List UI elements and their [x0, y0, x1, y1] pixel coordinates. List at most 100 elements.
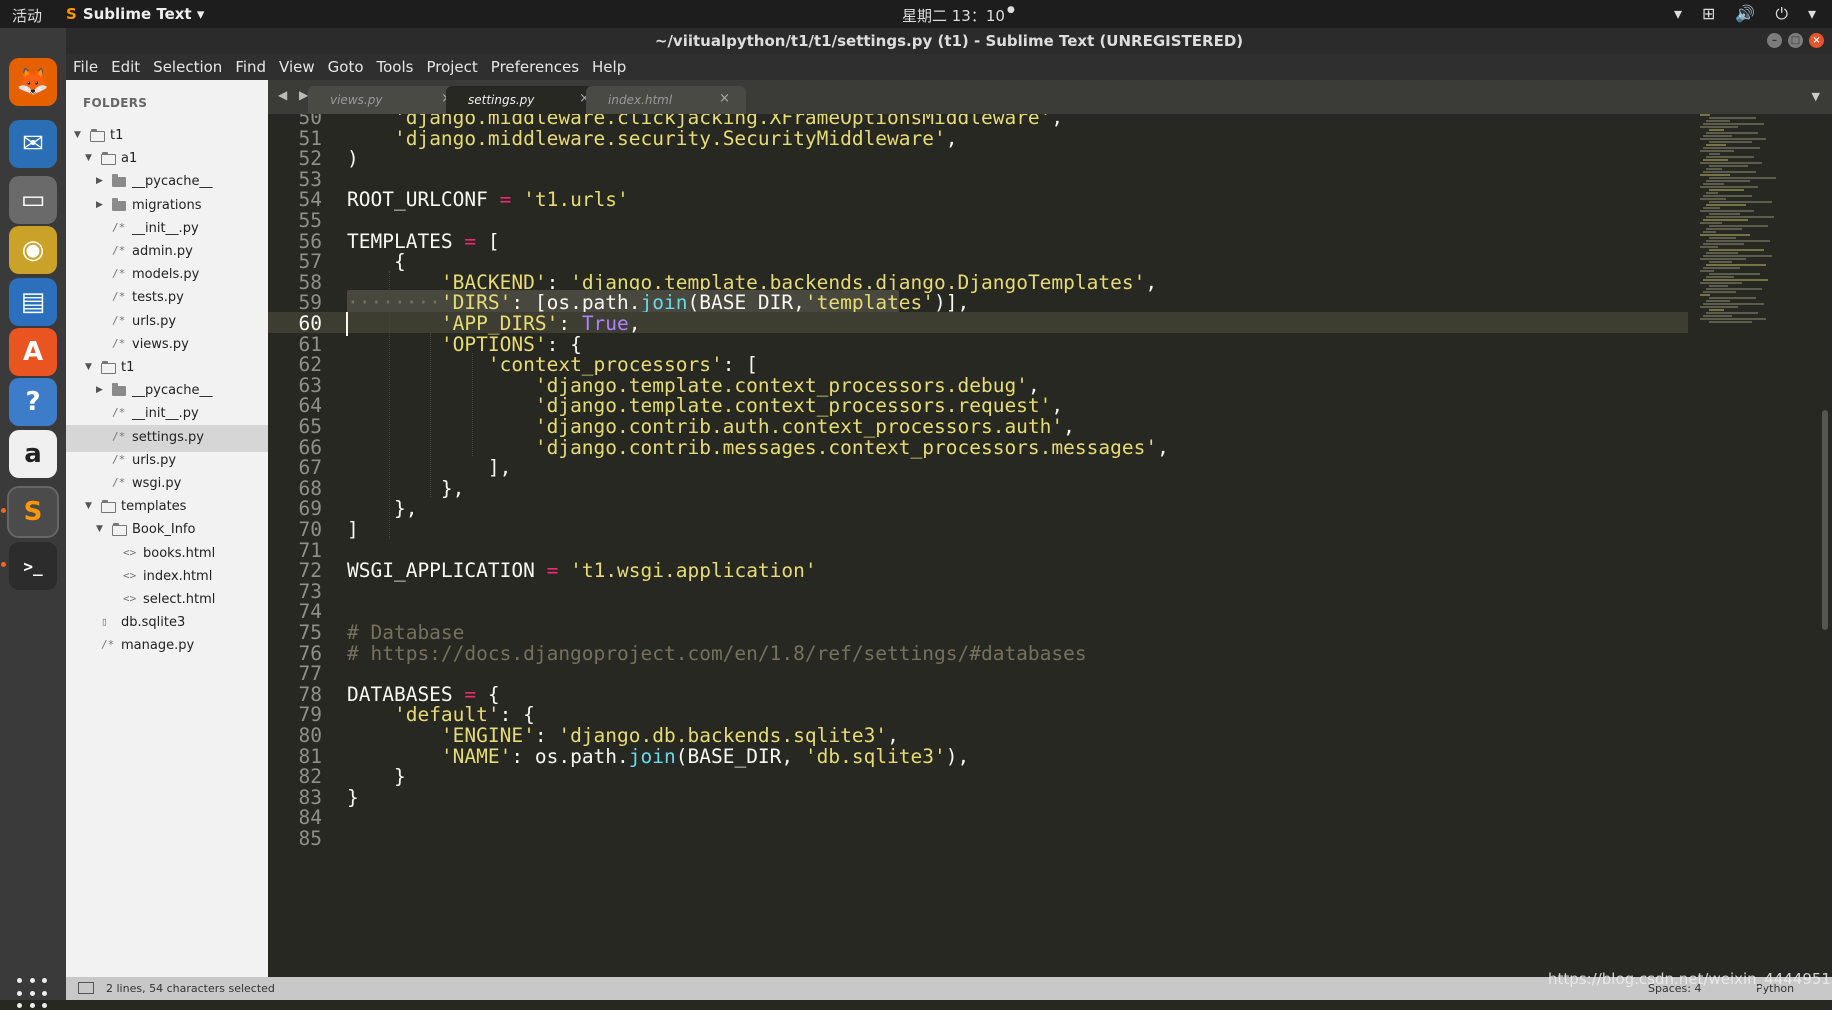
amazon-icon[interactable]: a: [9, 430, 57, 478]
menu-file[interactable]: File: [66, 54, 104, 80]
code-line[interactable]: 71: [268, 539, 1688, 562]
clock[interactable]: 星期二 13：10 ●: [902, 5, 1015, 26]
code-line[interactable]: 62 'context_processors': [: [268, 353, 1688, 376]
code-line[interactable]: 57 {: [268, 250, 1688, 274]
power-icon[interactable]: ⏻: [1775, 4, 1788, 24]
code-text: {: [347, 250, 406, 274]
tree-item-label: __pycache__: [132, 383, 213, 399]
code-line[interactable]: 68 },: [268, 477, 1688, 500]
menu-find[interactable]: Find: [228, 54, 272, 80]
code-line[interactable]: 53: [268, 168, 1688, 191]
minimap-line: [1700, 138, 1766, 140]
menu-preferences[interactable]: Preferences: [484, 54, 585, 80]
code-line[interactable]: 75 # Database: [268, 621, 1688, 644]
terminal-icon[interactable]: >_: [1, 542, 57, 590]
show-applications-icon[interactable]: [17, 978, 49, 1010]
menu-goto[interactable]: Goto: [321, 54, 370, 80]
code-text: WSGI_APPLICATION = 't1.wsgi.application': [347, 559, 817, 583]
network-icon[interactable]: ⊞: [1702, 4, 1715, 24]
app-menu[interactable]: S Sublime Text ▾: [66, 5, 204, 23]
tab-dropdown-icon[interactable]: ▼: [1812, 90, 1820, 103]
panel-toggle-icon[interactable]: [78, 982, 94, 994]
code-line[interactable]: 63 'django.template.context_processors.d…: [268, 374, 1688, 397]
menu-view[interactable]: View: [272, 54, 321, 80]
close-icon[interactable]: ×: [1809, 33, 1824, 48]
help-icon[interactable]: ?: [9, 378, 57, 426]
system-menu-arrow-icon[interactable]: ▾: [1808, 4, 1816, 24]
code-line[interactable]: 55: [268, 209, 1688, 232]
menu-help[interactable]: Help: [585, 54, 632, 80]
code-line[interactable]: 80 'ENGINE': 'django.db.backends.sqlite3…: [268, 724, 1688, 747]
thunderbird-icon[interactable]: ✉: [9, 120, 57, 168]
code-line[interactable]: 74: [268, 600, 1688, 623]
minimap-line: [1709, 201, 1772, 203]
code-line[interactable]: 66 'django.contrib.messages.context_proc…: [268, 436, 1688, 459]
minimap-line: [1703, 315, 1732, 317]
code-line[interactable]: 52): [268, 147, 1688, 170]
code-line[interactable]: 50 'django.middleware.clickjacking.XFram…: [268, 114, 1688, 129]
files-icon[interactable]: ▭: [9, 176, 57, 224]
disclosure-open-icon[interactable]: ▼: [85, 362, 92, 372]
code-line[interactable]: 69 },: [268, 497, 1688, 520]
menu-selection[interactable]: Selection: [146, 54, 228, 80]
code-line[interactable]: 81 'NAME': os.path.join(BASE_DIR, 'db.sq…: [268, 745, 1688, 768]
code-line[interactable]: 59 ········'DIRS': [os.path.join(BASE_DIR…: [268, 290, 1688, 316]
code-line[interactable]: 82 }: [268, 765, 1688, 788]
code-line[interactable]: 54 ROOT_URLCONF = 't1.urls': [268, 188, 1688, 211]
tray-arrow-icon[interactable]: ▾: [1674, 4, 1682, 24]
rhythmbox-icon[interactable]: ◉: [9, 226, 57, 274]
code-line[interactable]: 51 'django.middleware.security.SecurityM…: [268, 127, 1688, 150]
minimap-line: [1703, 147, 1760, 149]
code-text: ········'DIRS': [os.path.join(BASE_DIR,'…: [347, 291, 970, 315]
disclosure-open-icon[interactable]: ▼: [96, 524, 103, 534]
html-file-icon: <>: [123, 592, 137, 605]
tab-views-py[interactable]: views.py×: [308, 86, 468, 114]
minimize-icon[interactable]: –: [1767, 33, 1782, 48]
menu-project[interactable]: Project: [419, 54, 483, 80]
code-line[interactable]: 76 # https://docs.djangoproject.com/en/1.…: [268, 642, 1688, 665]
code-line[interactable]: 73: [268, 580, 1688, 603]
maximize-icon[interactable]: □: [1788, 33, 1803, 48]
folder-icon: [101, 500, 116, 514]
code-line[interactable]: 85: [268, 827, 1688, 850]
code-editor[interactable]: 50 'django.middleware.clickjacking.XFram…: [268, 114, 1832, 977]
software-icon[interactable]: A: [9, 328, 57, 376]
writer-icon[interactable]: ▤: [9, 278, 57, 326]
code-text: DATABASES = {: [347, 682, 500, 706]
code-line[interactable]: 64 'django.template.context_processors.r…: [268, 394, 1688, 417]
menu-edit[interactable]: Edit: [104, 54, 146, 80]
app-name: Sublime Text: [82, 5, 192, 23]
menu-tools[interactable]: Tools: [370, 54, 420, 80]
code-line[interactable]: 83}: [268, 786, 1688, 809]
code-line[interactable]: 58 'BACKEND': 'django.template.backends.…: [268, 271, 1688, 294]
code-line[interactable]: 60 'APP_DIRS': True,: [268, 312, 1688, 336]
disclosure-closed-icon[interactable]: ▶: [96, 385, 103, 395]
code-line[interactable]: 77: [268, 662, 1688, 685]
code-line[interactable]: 67 ],: [268, 456, 1688, 479]
activities-button[interactable]: 活动: [12, 5, 42, 26]
tab-index-html[interactable]: index.html ×: [586, 86, 746, 114]
disclosure-closed-icon[interactable]: ▶: [96, 176, 103, 186]
disclosure-open-icon[interactable]: ▼: [74, 130, 81, 140]
tab-close-icon[interactable]: ×: [719, 91, 730, 106]
code-line[interactable]: 79 'default': {: [268, 703, 1688, 726]
code-line[interactable]: 56 TEMPLATES = [: [268, 230, 1688, 253]
code-line[interactable]: 78 DATABASES = {: [268, 682, 1688, 706]
code-line[interactable]: 70]: [268, 518, 1688, 541]
disclosure-open-icon[interactable]: ▼: [85, 153, 92, 163]
sublime-icon[interactable]: S: [1, 486, 59, 538]
code-line[interactable]: 65 'django.contrib.auth.context_processo…: [268, 415, 1688, 438]
minimap-line: [1709, 261, 1732, 263]
disclosure-closed-icon[interactable]: ▶: [96, 200, 103, 210]
tree-item[interactable]: /* manage.py: [66, 633, 268, 660]
line-number: 84: [298, 806, 322, 830]
code-line[interactable]: 61 'OPTIONS': {: [268, 333, 1688, 356]
code-line[interactable]: 84: [268, 806, 1688, 830]
vertical-scrollbar[interactable]: [1822, 410, 1828, 630]
code-line[interactable]: 72 WSGI_APPLICATION = 't1.wsgi.applicatio…: [268, 559, 1688, 583]
disclosure-open-icon[interactable]: ▼: [85, 501, 92, 511]
firefox-icon[interactable]: 🦊: [9, 58, 57, 106]
minimap[interactable]: [1700, 114, 1820, 334]
volume-icon[interactable]: 🔊: [1735, 4, 1755, 24]
tab-settings-py[interactable]: settings.py ×: [446, 86, 606, 114]
